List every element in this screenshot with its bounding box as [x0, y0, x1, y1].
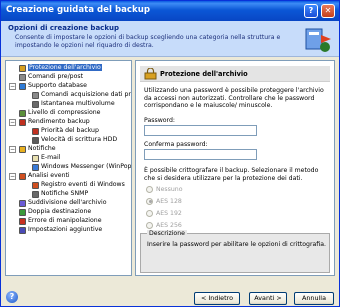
tree-expander[interactable]: −	[9, 145, 16, 153]
event-icon	[19, 172, 26, 180]
back-button[interactable]: < Indietro	[194, 292, 240, 305]
tree-item-label: Comandi pre/post	[28, 73, 84, 80]
next-button[interactable]: Avanti >	[249, 292, 287, 305]
lock-icon	[19, 64, 26, 72]
password-input[interactable]	[144, 125, 257, 136]
confirm-password-input[interactable]	[144, 149, 257, 160]
tree-item-label: Velocità di scrittura HDD	[41, 136, 118, 143]
title-bar[interactable]: Creazione guidata del backup ? ✕	[1, 1, 339, 21]
wizard-header: Opzioni di creazione backup Consente di …	[1, 21, 339, 57]
database-icon	[19, 82, 26, 90]
tree-item-label: Analisi eventi	[28, 172, 70, 179]
tree-expander[interactable]: −	[9, 118, 16, 126]
panel-title: Protezione dell'archivio	[160, 70, 248, 78]
notification-icon	[19, 145, 26, 153]
window-title: Creazione guidata del backup	[6, 5, 150, 15]
error-icon	[19, 217, 26, 225]
compression-icon	[19, 109, 26, 117]
options-tree[interactable]: Protezione dell'archivio Comandi pre/post…	[5, 60, 132, 276]
radio-label: AES 128	[156, 198, 182, 205]
help-title-button[interactable]: ?	[304, 4, 318, 18]
confirm-password-label: Conferma password:	[144, 141, 208, 148]
panel-header: Protezione dell'archivio	[140, 66, 330, 82]
tree-item-label: Registro eventi di Windows	[41, 181, 125, 188]
messenger-icon	[32, 163, 39, 171]
hdd-icon	[32, 136, 39, 144]
backup-wizard-icon	[305, 28, 331, 52]
tree-item-label: Priorità del backup	[41, 127, 99, 134]
radio-label: AES 192	[156, 210, 182, 217]
command-icon	[19, 73, 26, 81]
email-icon	[32, 154, 39, 162]
settings-icon	[19, 226, 26, 234]
tree-item-label: Windows Messenger (WinPopup)	[41, 163, 132, 170]
header-title: Opzioni di creazione backup	[8, 24, 119, 32]
options-panel: Protezione dell'archivio Utilizzando una…	[135, 60, 335, 276]
tree-item[interactable]: Impostazioni aggiuntive	[19, 225, 102, 235]
radio-button[interactable]	[146, 221, 153, 229]
priority-icon	[32, 127, 39, 135]
tree-item-label: Supporto database	[28, 82, 87, 89]
panel-intro: Utilizzando una password è possibile pro…	[144, 87, 324, 109]
tree-expander[interactable]: −	[9, 82, 16, 90]
tree-item-label: Suddivisione dell'archivio	[28, 199, 107, 206]
event-log-icon	[32, 181, 39, 189]
description-box: Descrizione Inserire la password per abi…	[140, 230, 330, 273]
tree-item-label: Impostazioni aggiuntive	[28, 226, 103, 233]
cancel-button[interactable]: Annulla	[294, 292, 334, 305]
tree-item-label: Errore di manipolazione	[28, 217, 102, 224]
tree-item-label: Doppia destinazione	[28, 208, 92, 215]
split-icon	[19, 199, 26, 207]
radio-button[interactable]	[146, 185, 153, 193]
close-button[interactable]: ✕	[321, 4, 335, 18]
radio-aes128[interactable]: AES 128	[146, 197, 182, 207]
destination-icon	[19, 208, 26, 216]
performance-icon	[19, 118, 26, 126]
tree-item-label: Protezione dell'archivio	[28, 64, 102, 71]
radio-button-selected[interactable]	[146, 197, 153, 205]
command-icon	[32, 91, 39, 99]
radio-label: Nessuno	[156, 186, 183, 193]
tree-item-label: Istantanea multivolume	[41, 100, 115, 107]
header-description: Consente di impostare le opzioni di back…	[15, 34, 281, 49]
tree-item-label: Livello di compressione	[28, 109, 101, 116]
tree-item-label: Rendimento backup	[28, 118, 90, 125]
radio-button[interactable]	[146, 209, 153, 217]
tree-item-label: Notifiche SNMP	[41, 190, 89, 197]
help-icon[interactable]: ?	[6, 291, 18, 303]
snmp-icon	[32, 190, 39, 198]
archive-lock-icon	[144, 68, 157, 80]
radio-none[interactable]: Nessuno	[146, 185, 183, 195]
tree-item-label: Comandi acquisizione dati pre/post	[41, 91, 131, 98]
password-label: Password:	[144, 117, 175, 124]
radio-aes192[interactable]: AES 192	[146, 209, 182, 219]
tree-item-label: Notifiche	[28, 145, 56, 152]
tree-expander[interactable]: −	[9, 172, 16, 180]
encryption-text: È possibile crittografare il backup. Sel…	[144, 167, 319, 182]
radio-label: AES 256	[156, 222, 182, 229]
tree-item-label: E-mail	[41, 154, 61, 161]
snapshot-icon	[32, 100, 39, 108]
description-label: Descrizione	[147, 230, 187, 237]
wizard-window: Creazione guidata del backup ? ✕ Opzioni…	[0, 0, 340, 307]
description-text: Inserire la password per abilitare le op…	[147, 241, 326, 248]
